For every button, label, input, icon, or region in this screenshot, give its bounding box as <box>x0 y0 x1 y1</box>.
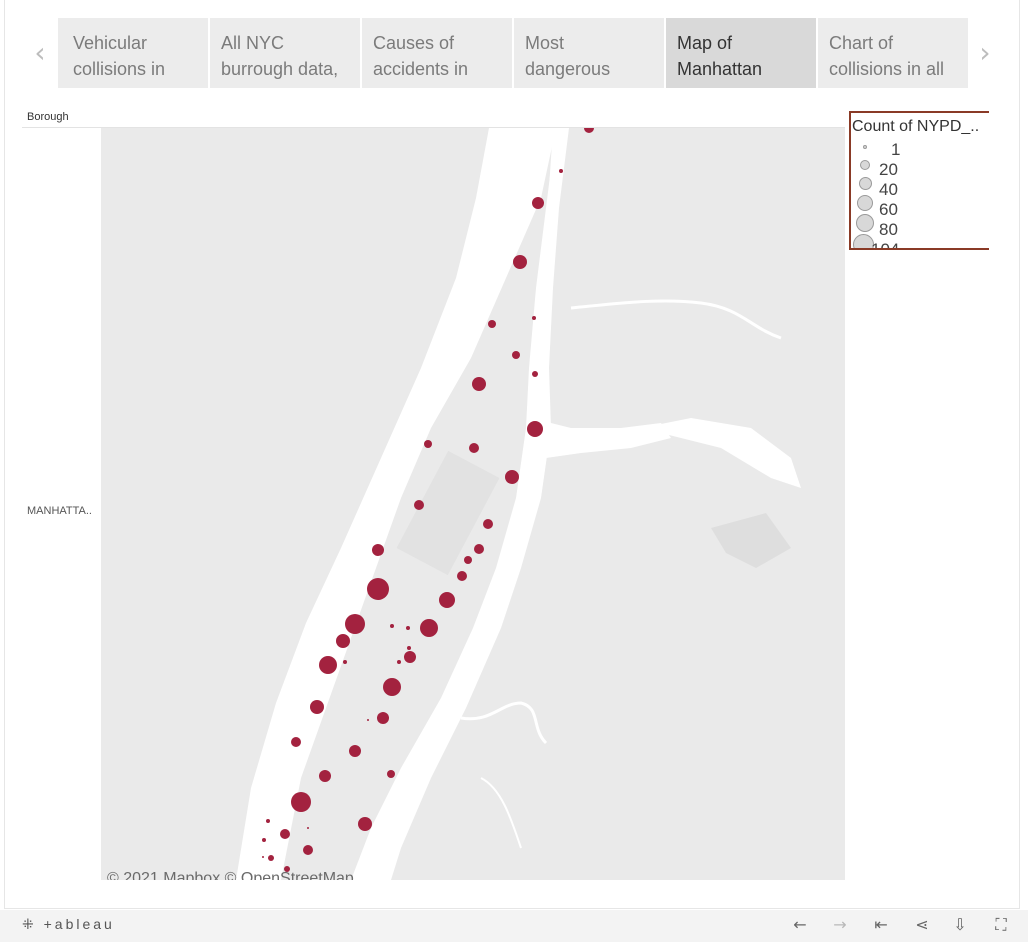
map-attribution[interactable]: © 2021 Mapbox © OpenStreetMap <box>107 870 354 880</box>
collision-mark[interactable] <box>532 316 536 320</box>
collision-mark[interactable] <box>397 660 401 664</box>
legend-item-label: 20 <box>879 160 898 179</box>
legend-item-label: 104 <box>871 240 900 250</box>
collision-mark[interactable] <box>532 371 538 377</box>
collision-mark[interactable] <box>291 792 311 812</box>
circle-size-icon <box>860 160 870 170</box>
revert-icon: ⇤ <box>874 915 888 934</box>
legend-item-label: 40 <box>879 180 898 199</box>
legend-item-1[interactable]: 1 <box>851 140 989 160</box>
collision-mark[interactable] <box>559 169 563 173</box>
tab-next-button[interactable]: › <box>973 36 997 70</box>
column-header-borough: Borough <box>27 111 69 123</box>
legend-item-104[interactable]: 104 <box>851 234 989 250</box>
share-icon: ⋖ <box>915 915 929 934</box>
collision-mark[interactable] <box>464 556 472 564</box>
collision-mark[interactable] <box>319 770 331 782</box>
redo-button[interactable]: → <box>828 914 852 936</box>
tab-most-dangerous[interactable]: Most dangerous <box>514 18 664 88</box>
collision-mark[interactable] <box>488 320 496 328</box>
collision-mark[interactable] <box>349 745 361 757</box>
legend-item-label: 1 <box>891 140 901 159</box>
tab-all-nyc-burrough-data[interactable]: All NYC burrough data, <box>210 18 360 88</box>
collision-mark[interactable] <box>532 197 544 209</box>
collision-mark[interactable] <box>474 544 484 554</box>
redo-icon: → <box>833 915 847 934</box>
size-legend: Count of NYPD_.. 1 20 40 60 80 104 <box>849 111 989 250</box>
legend-item-label: 60 <box>879 200 898 219</box>
collision-mark[interactable] <box>390 624 394 628</box>
collision-mark[interactable] <box>424 440 432 448</box>
collision-mark[interactable] <box>345 614 365 634</box>
collision-mark[interactable] <box>377 712 389 724</box>
collision-mark[interactable] <box>469 443 479 453</box>
collision-mark[interactable] <box>387 770 395 778</box>
circle-size-icon <box>859 177 872 190</box>
tab-chart-of-collisions[interactable]: Chart of collisions in all <box>818 18 968 88</box>
tab-vehicular-collisions[interactable]: Vehicular collisions in <box>58 18 208 88</box>
chevron-right-icon: › <box>979 36 991 69</box>
collision-mark[interactable] <box>457 571 467 581</box>
collision-mark[interactable] <box>358 817 372 831</box>
legend-item-label: 80 <box>879 220 898 239</box>
manhattan-map[interactable]: © 2021 Mapbox © OpenStreetMap <box>101 128 845 880</box>
collision-mark[interactable] <box>367 719 369 721</box>
tab-map-of-manhattan[interactable]: Map of Manhattan <box>666 18 816 88</box>
row-label-manhattan: MANHATTA.. <box>27 505 92 517</box>
collision-mark[interactable] <box>383 678 401 696</box>
collision-mark[interactable] <box>439 592 455 608</box>
tableau-toolbar: ⁜ +ableau ← → ⇤ ⋖ ⇩ ⛶ <box>0 910 1028 942</box>
download-button[interactable]: ⇩ <box>948 914 972 936</box>
collision-mark[interactable] <box>420 619 438 637</box>
collision-mark[interactable] <box>404 651 416 663</box>
undo-button[interactable]: ← <box>788 914 812 936</box>
legend-title: Count of NYPD_.. <box>852 118 980 135</box>
collision-mark[interactable] <box>367 578 389 600</box>
collision-mark[interactable] <box>483 519 493 529</box>
collision-mark[interactable] <box>372 544 384 556</box>
circle-size-icon <box>863 145 867 149</box>
circle-size-icon <box>856 214 874 232</box>
collision-mark[interactable] <box>262 838 266 842</box>
collision-mark[interactable] <box>310 700 324 714</box>
tableau-mark-icon: ⁜ <box>22 916 44 932</box>
collision-mark[interactable] <box>472 377 486 391</box>
collision-mark[interactable] <box>262 856 264 858</box>
tableau-logo[interactable]: ⁜ +ableau <box>22 916 115 933</box>
undo-icon: ← <box>793 915 807 934</box>
collision-mark[interactable] <box>513 255 527 269</box>
collision-mark[interactable] <box>307 827 309 829</box>
chevron-left-icon: ‹ <box>34 36 46 69</box>
collision-mark[interactable] <box>336 634 350 648</box>
collision-mark[interactable] <box>414 500 424 510</box>
tableau-wordmark: +ableau <box>43 916 115 932</box>
share-button[interactable]: ⋖ <box>910 914 934 936</box>
collision-mark[interactable] <box>505 470 519 484</box>
collision-mark[interactable] <box>266 819 270 823</box>
tab-causes-of-accidents[interactable]: Causes of accidents in <box>362 18 512 88</box>
collision-mark[interactable] <box>268 855 274 861</box>
download-icon: ⇩ <box>953 915 967 934</box>
story-tabs: Vehicular collisions in All NYC burrough… <box>58 18 968 88</box>
revert-button[interactable]: ⇤ <box>869 914 893 936</box>
collision-mark[interactable] <box>291 737 301 747</box>
collision-mark[interactable] <box>406 626 410 630</box>
fullscreen-button[interactable]: ⛶ <box>989 914 1013 936</box>
legend-item-20[interactable]: 20 <box>851 160 989 180</box>
collision-mark[interactable] <box>280 829 290 839</box>
collision-mark[interactable] <box>407 646 411 650</box>
collision-mark[interactable] <box>319 656 337 674</box>
tab-prev-button[interactable]: ‹ <box>28 36 52 70</box>
legend-item-40[interactable]: 40 <box>851 177 989 200</box>
collision-mark[interactable] <box>303 845 313 855</box>
fullscreen-icon: ⛶ <box>995 915 1007 934</box>
collision-mark[interactable] <box>527 421 543 437</box>
circle-size-icon <box>857 195 873 211</box>
collision-mark[interactable] <box>343 660 347 664</box>
map-canvas[interactable] <box>101 128 845 880</box>
collision-mark[interactable] <box>512 351 520 359</box>
